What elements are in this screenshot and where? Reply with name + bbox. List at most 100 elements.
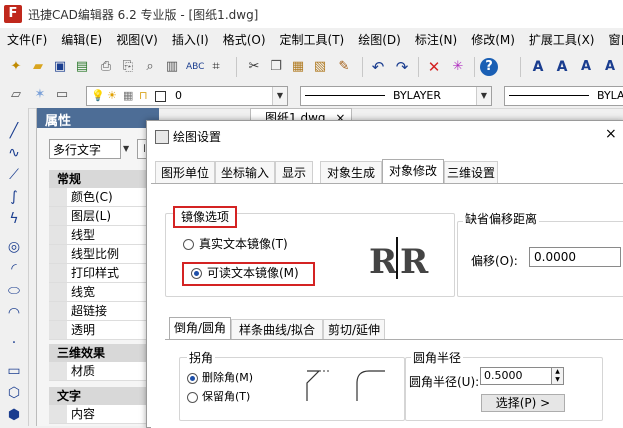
category-3d-effects[interactable]: 三维效果 (49, 344, 159, 362)
circle-tool-icon[interactable]: ◎ (5, 238, 23, 256)
property-row[interactable]: 材质 (49, 362, 159, 381)
tab-3d-settings[interactable]: 三维设置 (444, 161, 498, 183)
subtab-chamfer-fillet[interactable]: 倒角/圆角 (169, 317, 231, 340)
layer-name: 0 (175, 87, 182, 105)
category-general[interactable]: 常规 (49, 170, 159, 188)
menu-view[interactable]: 视图(V) (109, 28, 165, 52)
point-tool-icon[interactable]: · (5, 334, 23, 352)
menu-file[interactable]: 文件(F) (0, 28, 54, 52)
menu-edit[interactable]: 编辑(E) (54, 28, 109, 52)
subtab-trim-extend[interactable]: 剪切/延伸 (323, 319, 385, 339)
paste-icon[interactable]: ▦ (290, 59, 306, 75)
find-icon[interactable]: ⌗ (208, 59, 224, 75)
sketch-tool-icon[interactable]: ϟ (5, 210, 23, 228)
spellcheck-icon[interactable]: ABC (186, 59, 202, 75)
copy-icon[interactable]: ❐ (268, 59, 284, 75)
toolbar-separator (418, 57, 419, 77)
menu-custom-tools[interactable]: 定制工具(T) (273, 28, 352, 52)
toolbar-separator (520, 57, 521, 77)
tab-coordinate-input[interactable]: 坐标输入 (215, 161, 275, 183)
dialog-icon (155, 130, 169, 144)
chevron-down-icon[interactable]: ▼ (123, 139, 135, 159)
delete-icon[interactable]: ✕ (426, 59, 442, 75)
preview-icon[interactable]: ⌕ (142, 59, 158, 75)
menu-draw[interactable]: 绘图(D) (351, 28, 408, 52)
text-style-icon[interactable]: A (530, 59, 546, 75)
cut-icon[interactable]: ✂ (246, 59, 262, 75)
hatch-tool-icon[interactable]: ⬢ (5, 406, 23, 424)
match-properties-icon[interactable]: ✎ (336, 59, 352, 75)
property-row[interactable]: 透明 (49, 321, 159, 340)
fillet-radius-spinner[interactable]: ▲▼ (552, 367, 564, 385)
publish-icon[interactable]: ▥ (164, 59, 180, 75)
property-row[interactable]: 打印样式 (49, 264, 159, 283)
property-row[interactable]: 内容 (49, 405, 159, 424)
layer-manager-icon[interactable]: ▱ (8, 87, 24, 103)
explode-icon[interactable]: ✳ (450, 59, 466, 75)
radio-delete-corner[interactable] (187, 373, 198, 384)
menu-window[interactable]: 窗口 (602, 28, 623, 52)
tab-object-creation[interactable]: 对象生成 (320, 161, 382, 183)
ellipse-tool-icon[interactable]: ⬭ (5, 282, 23, 300)
ellipse-arc-tool-icon[interactable]: ◠ (5, 304, 23, 322)
redo-icon[interactable]: ↷ (394, 59, 410, 75)
print-icon[interactable]: ⎙ (98, 59, 114, 75)
object-type-select[interactable]: 多行文字 (49, 139, 121, 159)
polyline-tool-icon[interactable]: ∿ (5, 144, 23, 162)
offset-input[interactable]: 0.0000 (529, 247, 621, 267)
paste-special-icon[interactable]: ▧ (312, 59, 328, 75)
lineweight-combo[interactable]: BYLA (504, 86, 623, 106)
menu-format[interactable]: 格式(O) (216, 28, 273, 52)
select-radius-button[interactable]: 选择(P) > (481, 394, 565, 412)
close-icon[interactable]: × (605, 127, 619, 141)
line-tool-icon[interactable]: ╱ (5, 122, 23, 140)
tab-drawing-units[interactable]: 图形单位 (155, 161, 215, 183)
spline-tool-icon[interactable]: ∫ (5, 188, 23, 206)
print-preview-icon[interactable]: ⎘ (120, 59, 136, 75)
property-row[interactable]: 线型 (49, 226, 159, 245)
layer-on-icon: 💡 (91, 87, 105, 105)
corner-label: 拐角 (187, 349, 215, 366)
property-row[interactable]: 颜色(C) (49, 188, 159, 207)
properties-title: 属性 (45, 110, 71, 129)
rectangle-tool-icon[interactable]: ▭ (5, 362, 23, 380)
subtab-spline-fit[interactable]: 样条曲线/拟合 (231, 319, 323, 339)
arc-tool-icon[interactable]: ◜ (5, 260, 23, 278)
menu-extended-tools[interactable]: 扩展工具(X) (522, 28, 602, 52)
radio-readable-text-mirror[interactable] (191, 268, 202, 279)
fillet-radius-caption: 圆角半径(U): (409, 373, 479, 390)
menu-dimension[interactable]: 标注(N) (408, 28, 464, 52)
layer-combo[interactable]: 💡 ☀ ▦ ⊓ 0 ▼ (86, 86, 288, 106)
property-label: 图层(L) (71, 207, 111, 225)
polygon-tool-icon[interactable]: ⬡ (5, 384, 23, 402)
property-row[interactable]: 超链接 (49, 302, 159, 321)
category-text[interactable]: 文字 (49, 387, 159, 405)
construction-line-icon[interactable]: ⟋ (5, 166, 23, 184)
radio-true-text-mirror[interactable] (183, 239, 194, 250)
layer-previous-icon[interactable]: ▭ (54, 87, 70, 103)
text-scale-icon[interactable]: A (602, 59, 618, 75)
property-label: 颜色(C) (71, 188, 113, 206)
chevron-down-icon[interactable]: ▼ (272, 87, 287, 105)
layer-viewport-icon: ▦ (123, 87, 133, 105)
save-icon[interactable]: ▣ (52, 59, 68, 75)
text-edit-icon[interactable]: A (578, 59, 594, 75)
menu-insert[interactable]: 插入(I) (165, 28, 216, 52)
property-row[interactable]: 线型比例 (49, 245, 159, 264)
new-file-icon[interactable]: ✦ (8, 59, 24, 75)
radio-keep-corner[interactable] (187, 392, 198, 403)
chevron-down-icon[interactable]: ▼ (476, 87, 491, 105)
property-row[interactable]: 线宽 (49, 283, 159, 302)
tab-display[interactable]: 显示 (275, 161, 313, 183)
linetype-combo[interactable]: BYLAYER ▼ (300, 86, 492, 106)
menu-modify[interactable]: 修改(M) (464, 28, 522, 52)
layer-state-icon[interactable]: ✶ (32, 87, 48, 103)
help-icon[interactable]: ? (480, 58, 498, 76)
property-row[interactable]: 图层(L) (49, 207, 159, 226)
undo-icon[interactable]: ↶ (370, 59, 386, 75)
text-format-icon[interactable]: A (554, 59, 570, 75)
tab-object-modify[interactable]: 对象修改 (382, 159, 444, 184)
fillet-radius-input[interactable]: 0.5000 (480, 367, 552, 385)
open-folder-icon[interactable]: ▰ (30, 59, 46, 75)
save-as-icon[interactable]: ▤ (74, 59, 90, 75)
